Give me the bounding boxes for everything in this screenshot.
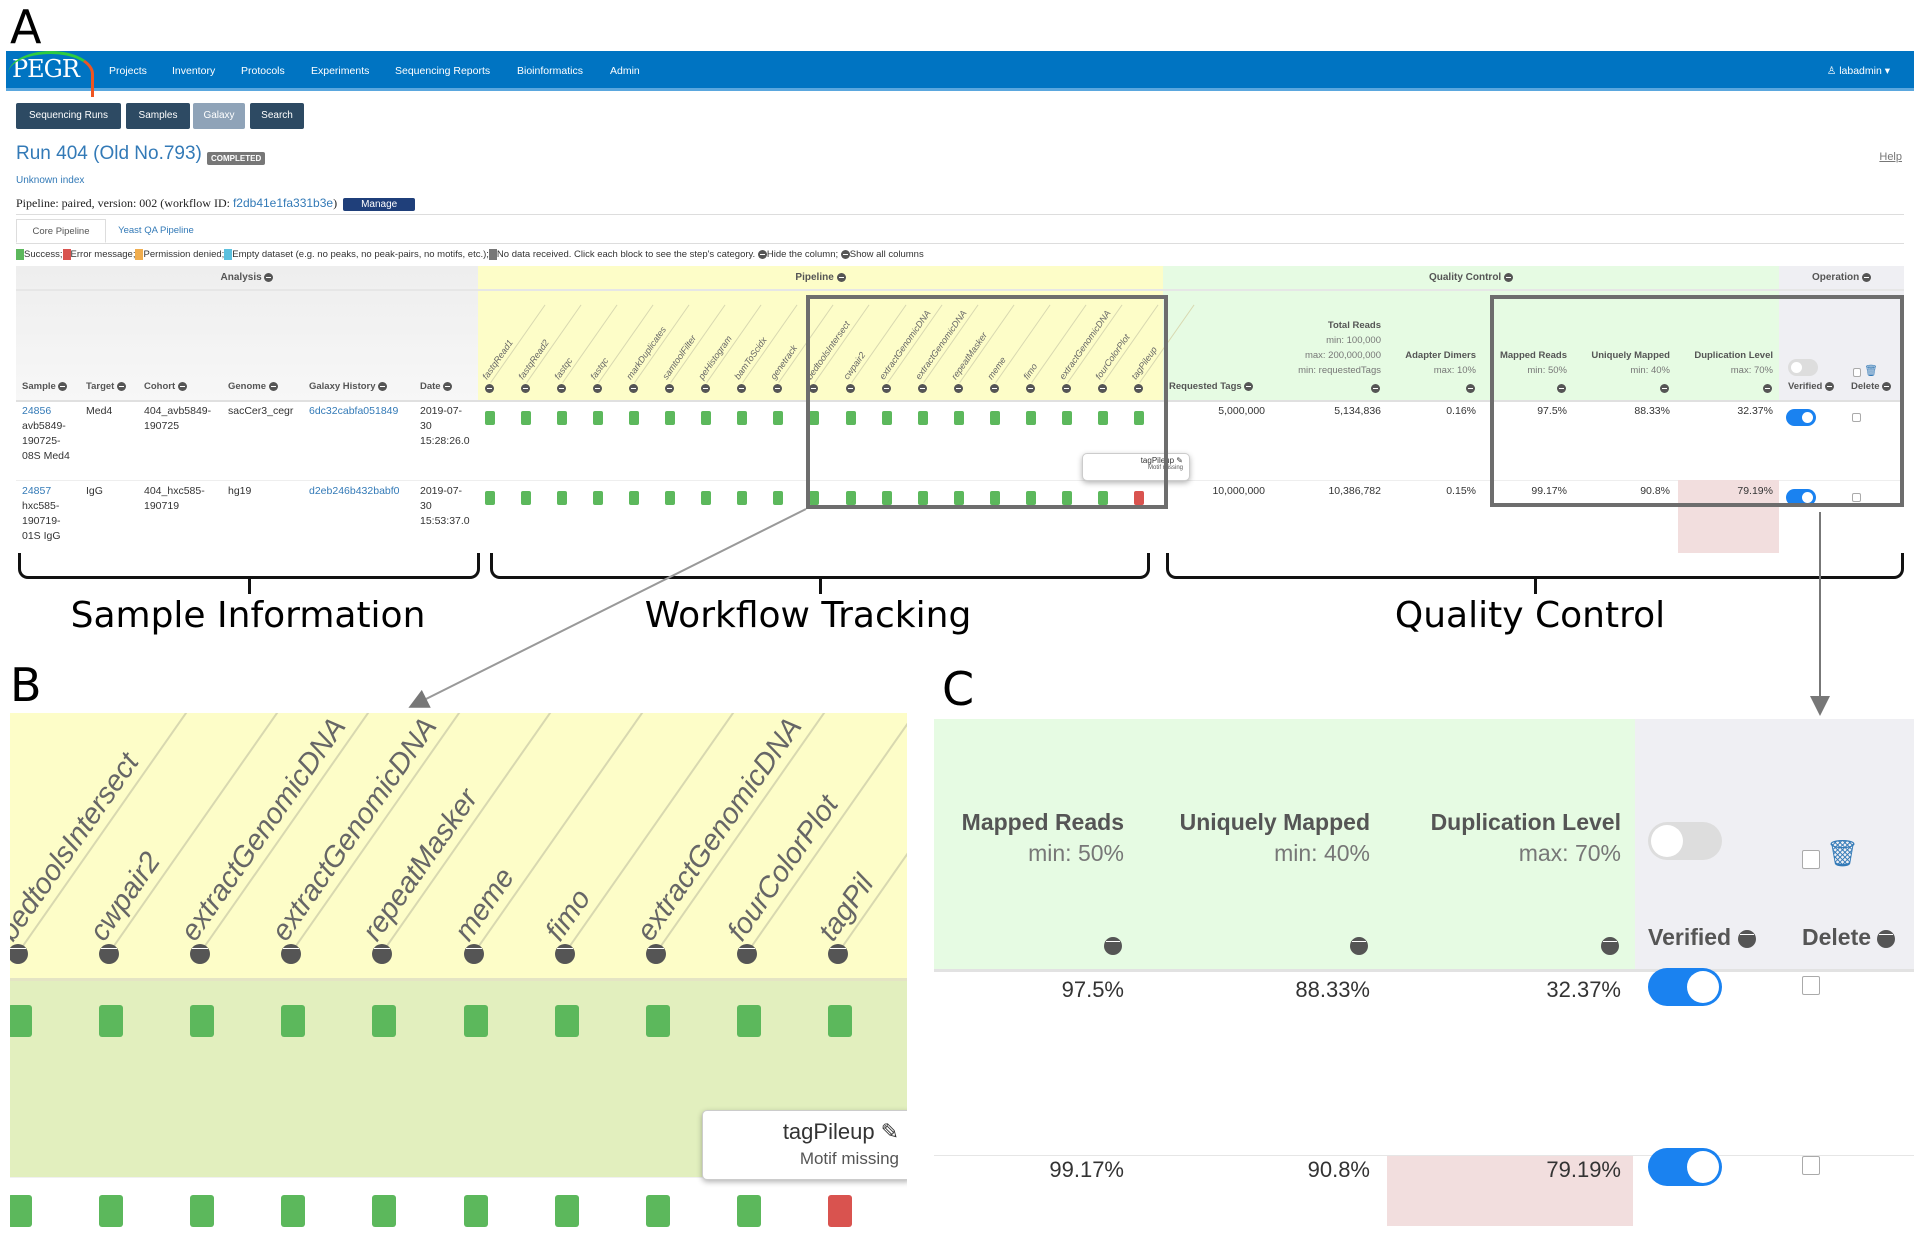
col-threshold: max: 70% [1518, 840, 1621, 866]
col-threshold: min: 40% [1274, 840, 1370, 866]
hide-column-icon[interactable] [99, 944, 120, 964]
uniquely-mapped-cell: 88.33% [1295, 977, 1370, 1002]
col-header-label: Mapped Reads [961, 809, 1124, 835]
col-header-label: Verified [1648, 924, 1732, 950]
status-block-success[interactable] [827, 1005, 852, 1037]
trash-icon[interactable]: 🗑 [1826, 838, 1859, 869]
verified-toggle[interactable] [1648, 968, 1722, 1006]
col-header-delete[interactable]: Delete [1802, 924, 1896, 951]
status-block-success[interactable] [736, 1005, 761, 1037]
panel-c-zoom: Mapped Reads min: 50% Uniquely Mapped min: … [934, 719, 1914, 1233]
status-block-success[interactable] [554, 1195, 579, 1227]
hide-column-icon[interactable] [736, 944, 757, 964]
tab-core-pipeline[interactable]: Core Pipeline [16, 219, 106, 243]
col-header-uniquely-mapped[interactable]: Uniquely Mapped min: 40% [1180, 807, 1370, 869]
col-header-label: Uniquely Mapped [1179, 809, 1370, 835]
delete-checkbox[interactable] [1802, 1156, 1820, 1175]
panel-label-b: B [10, 658, 42, 712]
col-header-verified[interactable]: Verified [1648, 924, 1756, 951]
hide-column-icon[interactable] [554, 944, 575, 964]
status-block-success[interactable] [99, 1195, 124, 1227]
status-block-success[interactable] [645, 1195, 670, 1227]
col-threshold: min: 50% [1028, 840, 1124, 866]
status-block-error[interactable] [827, 1195, 852, 1227]
status-block-success[interactable] [190, 1195, 215, 1227]
hide-column-icon[interactable] [1737, 929, 1756, 948]
status-block-success[interactable] [372, 1005, 397, 1037]
uniquely-mapped-cell: 90.8% [1307, 1157, 1370, 1182]
hide-column-icon[interactable] [1877, 929, 1896, 948]
panel-b-zoom: ckbedtoolsIntersectcwpair2extractGenomic… [10, 713, 907, 1233]
status-block-success[interactable] [281, 1005, 306, 1037]
status-block-success[interactable] [372, 1195, 397, 1227]
mapped-reads-cell: 99.17% [1049, 1157, 1124, 1182]
status-block-success[interactable] [463, 1195, 488, 1227]
col-header-mapped-reads[interactable]: Mapped Reads min: 50% [962, 807, 1124, 869]
verify-all-toggle[interactable] [1648, 822, 1722, 860]
hide-column-icon[interactable] [1104, 937, 1122, 955]
verified-toggle[interactable] [1648, 1148, 1722, 1186]
panel-label-c: C [942, 662, 975, 716]
duplication-level-cell: 79.19% [1546, 1157, 1621, 1182]
status-block-success[interactable] [554, 1005, 579, 1037]
status-block-success[interactable] [281, 1195, 306, 1227]
hide-column-icon[interactable] [645, 944, 666, 964]
status-block-success[interactable] [10, 1195, 32, 1227]
delete-all-checkbox[interactable] [1802, 850, 1820, 869]
status-block-success[interactable] [99, 1005, 124, 1037]
col-header-label: Delete [1802, 924, 1872, 950]
tooltip-title-row: tagPileup ✎ [715, 1119, 899, 1145]
hide-column-icon[interactable] [1350, 937, 1368, 955]
delete-checkbox[interactable] [1802, 976, 1820, 995]
status-block-success[interactable] [190, 1005, 215, 1037]
hide-column-icon[interactable] [1601, 937, 1619, 955]
duplication-level-cell: 32.37% [1546, 977, 1621, 1002]
col-header-duplication-level[interactable]: Duplication Level max: 70% [1431, 807, 1621, 869]
tooltip-tagpileup-zoom: tagPileup ✎ Motif missing [702, 1110, 907, 1180]
hide-column-icon[interactable] [827, 944, 848, 964]
status-block-success[interactable] [736, 1195, 761, 1227]
col-header-label: Duplication Level [1430, 809, 1621, 835]
tooltip-message: Motif missing [799, 1149, 899, 1168]
status-block-success[interactable] [10, 1005, 32, 1037]
tooltip-title: tagPileup [782, 1119, 875, 1144]
status-block-success[interactable] [645, 1005, 670, 1037]
mapped-reads-cell: 97.5% [1061, 977, 1124, 1002]
status-block-success[interactable] [463, 1005, 488, 1037]
edit-pencil-icon[interactable]: ✎ [881, 1119, 899, 1144]
hide-column-icon[interactable] [463, 944, 484, 964]
